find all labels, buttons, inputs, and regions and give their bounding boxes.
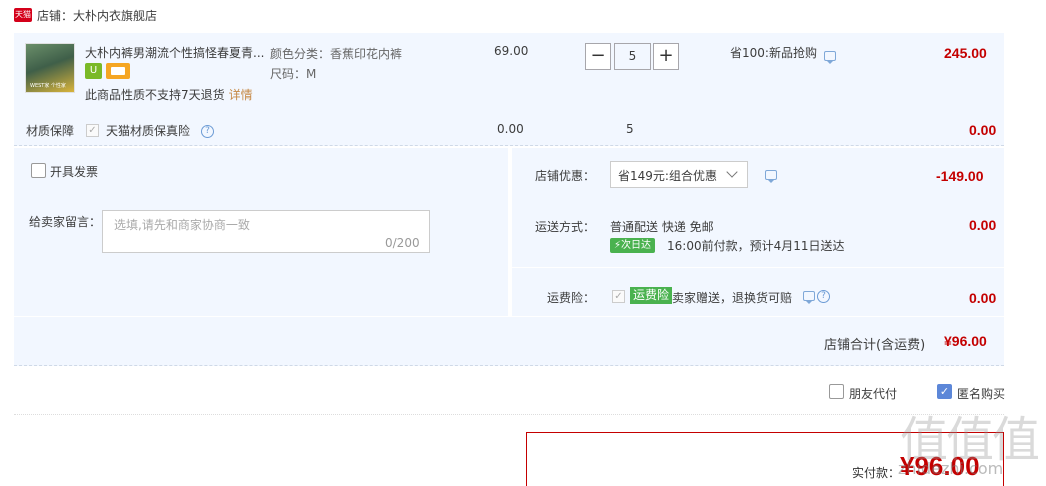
- friend-pay-checkbox[interactable]: [829, 384, 844, 399]
- invoice-label[interactable]: 开具发票: [50, 163, 98, 180]
- seller-message-placeholder: 选填,请先和商家协商一致: [114, 218, 250, 232]
- anonymous-purchase-checkbox[interactable]: ✓: [937, 384, 952, 399]
- sku-color: 颜色分类：香蕉印花内裤: [270, 47, 403, 61]
- watermark-site: zhidezhi.com: [898, 459, 1004, 478]
- quantity-decrease-button[interactable]: −: [585, 43, 611, 70]
- freight-insurance-badge: 运费险: [630, 287, 673, 304]
- service-badge-icon: U: [85, 63, 102, 79]
- coupon-info-chat-icon[interactable]: [765, 170, 777, 183]
- shipping-method-label: 运送方式：: [535, 220, 596, 234]
- delivery-estimate: 16:00前付款，预计4月11日送达: [667, 239, 845, 253]
- unit-price: 69.00: [494, 44, 529, 58]
- item-subtotal: 245.00: [944, 45, 987, 61]
- help-icon[interactable]: ?: [201, 125, 214, 138]
- return-policy-details-link[interactable]: 详情: [229, 88, 253, 102]
- seller-message-char-count: 0/200: [385, 236, 420, 250]
- freight-insurance-checkbox: ✓: [612, 290, 625, 303]
- next-day-delivery-badge: ⚡次日达: [610, 238, 656, 253]
- shop-coupon-label: 店铺优惠：: [535, 169, 596, 183]
- insurance-total: 0.00: [969, 122, 997, 138]
- freight-insurance-help-icon[interactable]: ?: [817, 290, 830, 303]
- product-thumbnail[interactable]: WEST家 个性家: [25, 43, 75, 93]
- quantity-increase-button[interactable]: +: [653, 43, 679, 70]
- item-promotion: 省100:新品抢购: [730, 46, 817, 60]
- return-policy-notice: 此商品性质不支持7天退货 详情: [85, 86, 253, 103]
- divider: [14, 414, 1004, 415]
- card-payment-icon: [106, 63, 130, 79]
- promo-info-chat-icon[interactable]: [824, 51, 836, 64]
- shop-name[interactable]: 店铺：大朴内衣旗舰店: [37, 7, 157, 24]
- shop-coupon-amount: -149.00: [936, 168, 984, 184]
- freight-insurance-label: 运费险：: [547, 291, 596, 305]
- shop-coupon-selected-value: 省149元:组合优惠: [618, 169, 717, 183]
- material-guarantee-label: 材质保障: [26, 124, 75, 138]
- shipping-fee: 0.00: [969, 217, 997, 233]
- freight-insurance-chat-icon[interactable]: [803, 291, 815, 304]
- insurance-quantity: 5: [626, 122, 634, 136]
- sku-info: 颜色分类：香蕉印花内裤 尺码：M: [270, 44, 402, 84]
- material-insurance-name: 天猫材质保真险: [106, 124, 191, 138]
- invoice-checkbox[interactable]: [31, 163, 46, 178]
- return-policy-text: 此商品性质不支持7天退货: [85, 88, 225, 102]
- shipping-method-value: 普通配送 快递 免邮: [610, 220, 714, 234]
- thumbnail-caption: WEST家 个性家: [30, 83, 66, 89]
- product-title-link[interactable]: 大朴内裤男潮流个性搞怪春夏青...: [85, 44, 265, 61]
- amount-payable-label: 实付款：: [852, 466, 901, 480]
- shop-total-label: 店铺合计(含运费): [824, 338, 926, 353]
- tmall-logo-icon: 天猫: [14, 8, 32, 22]
- quantity-input[interactable]: 5: [614, 43, 651, 70]
- divider: [512, 267, 1004, 268]
- seller-message-label: 给卖家留言：: [29, 215, 102, 229]
- insurance-price: 0.00: [497, 122, 524, 136]
- shop-total-amount: ¥96.00: [944, 333, 987, 349]
- freight-insurance-description: 卖家赠送，退换货可赔: [672, 291, 793, 305]
- sku-size: 尺码：M: [270, 67, 317, 81]
- friend-pay-label[interactable]: 朋友代付: [849, 385, 897, 402]
- material-insurance-checkbox: ✓: [86, 124, 99, 137]
- freight-insurance-amount: 0.00: [969, 290, 997, 306]
